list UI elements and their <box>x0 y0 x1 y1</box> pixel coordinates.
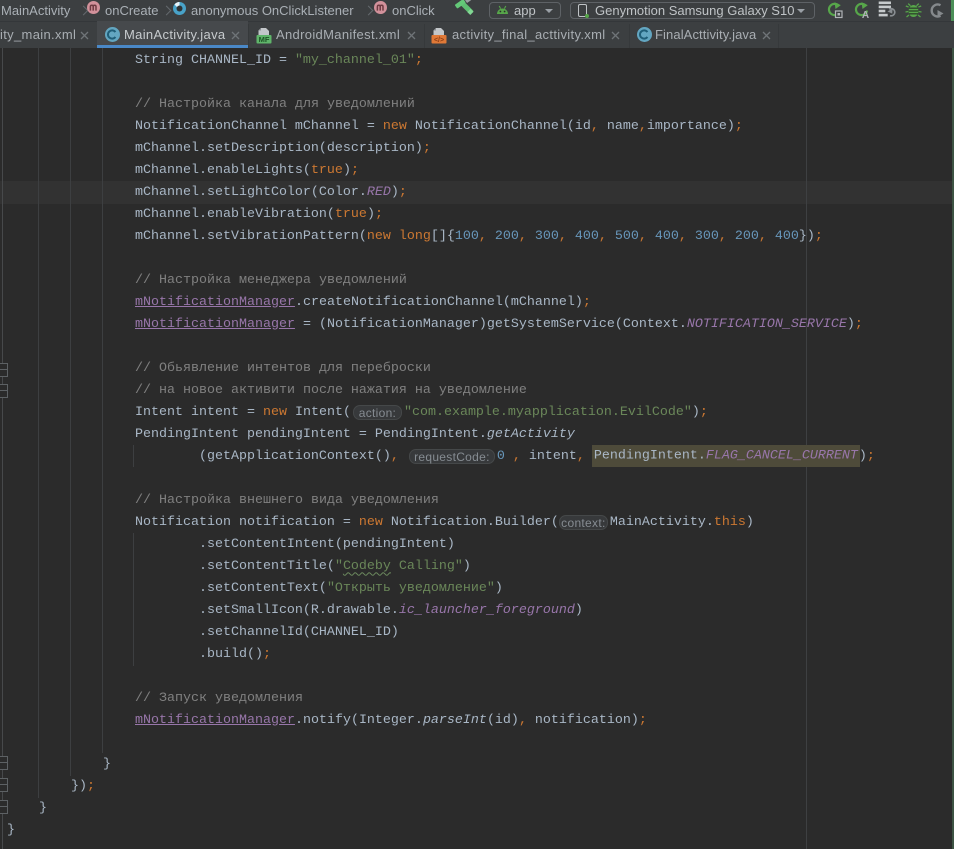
svg-text:MF: MF <box>259 35 270 44</box>
svg-text:</>: </> <box>434 37 444 44</box>
svg-text:A: A <box>862 10 869 19</box>
